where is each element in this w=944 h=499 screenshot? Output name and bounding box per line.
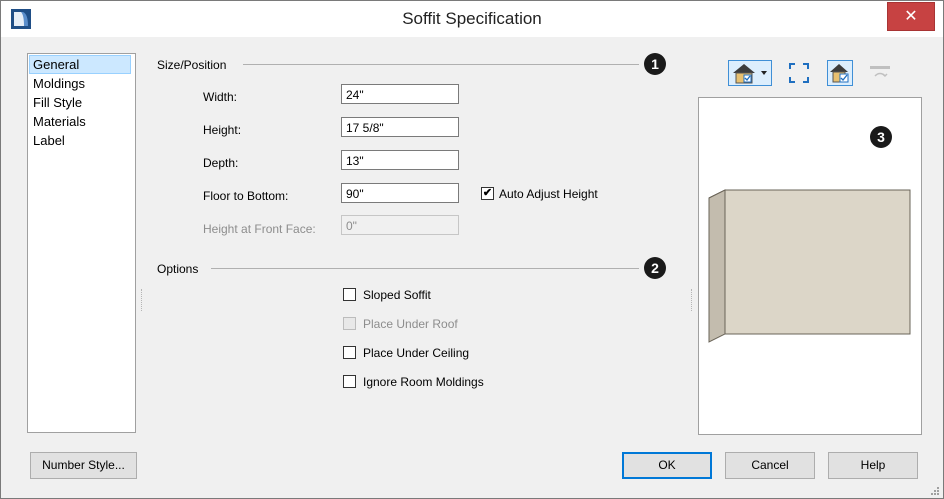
splitter-handle-right[interactable] bbox=[691, 289, 692, 311]
auto-adjust-height-checkbox[interactable]: ✔ bbox=[481, 187, 494, 200]
auto-adjust-height-label: Auto Adjust Height bbox=[499, 187, 598, 201]
sidebar-item-label[interactable]: Label bbox=[28, 131, 135, 150]
close-button[interactable]: ✕ bbox=[887, 2, 935, 31]
height-front-face-field: 0" bbox=[341, 215, 459, 235]
title-bar: Soffit Specification ✕ bbox=[1, 1, 943, 37]
house-view-dropdown-icon[interactable] bbox=[728, 60, 772, 86]
height-front-face-label: Height at Front Face: bbox=[203, 222, 316, 236]
place-under-ceiling-checkbox[interactable] bbox=[343, 346, 356, 359]
place-under-roof-checkbox bbox=[343, 317, 356, 330]
soffit-3d-model bbox=[708, 189, 911, 343]
options-divider bbox=[211, 268, 639, 269]
category-list: General Moldings Fill Style Materials La… bbox=[27, 53, 136, 433]
splitter-handle-left[interactable] bbox=[141, 289, 142, 311]
floor-to-bottom-field[interactable]: 90" bbox=[341, 183, 459, 203]
height-label: Height: bbox=[203, 123, 242, 137]
sidebar-item-materials[interactable]: Materials bbox=[28, 112, 135, 131]
window-title: Soffit Specification bbox=[402, 9, 542, 28]
cancel-button[interactable]: Cancel bbox=[725, 452, 815, 479]
callout-badge-2: 2 bbox=[644, 257, 666, 279]
ignore-room-moldings-checkbox[interactable] bbox=[343, 375, 356, 388]
sloped-soffit-label: Sloped Soffit bbox=[363, 288, 431, 302]
sidebar-item-general[interactable]: General bbox=[29, 55, 131, 74]
resize-grip-icon[interactable] bbox=[929, 484, 939, 495]
size-position-title: Size/Position bbox=[157, 58, 227, 72]
show-materials-icon[interactable] bbox=[827, 60, 853, 86]
sidebar-item-fill-style[interactable]: Fill Style bbox=[28, 93, 135, 112]
width-field[interactable]: 24" bbox=[341, 84, 459, 104]
number-style-button[interactable]: Number Style... bbox=[30, 452, 137, 479]
depth-field[interactable]: 13" bbox=[341, 150, 459, 170]
place-under-roof-label: Place Under Roof bbox=[363, 317, 458, 331]
callout-badge-1: 1 bbox=[644, 53, 666, 75]
soffit-preview-pane[interactable]: 3 bbox=[698, 97, 922, 435]
size-position-divider bbox=[243, 64, 639, 65]
sidebar-item-moldings[interactable]: Moldings bbox=[28, 74, 135, 93]
soffit-specification-dialog: Soffit Specification ✕ General Moldings … bbox=[0, 0, 944, 499]
ok-button[interactable]: OK bbox=[622, 452, 712, 479]
help-button[interactable]: Help bbox=[828, 452, 918, 479]
reset-view-icon bbox=[867, 60, 893, 86]
floor-to-bottom-label: Floor to Bottom: bbox=[203, 189, 289, 203]
ignore-room-moldings-label: Ignore Room Moldings bbox=[363, 375, 484, 389]
depth-label: Depth: bbox=[203, 156, 239, 170]
place-under-ceiling-label: Place Under Ceiling bbox=[363, 346, 470, 360]
fill-window-icon[interactable] bbox=[786, 60, 812, 86]
width-label: Width: bbox=[203, 90, 238, 104]
sloped-soffit-checkbox[interactable] bbox=[343, 288, 356, 301]
options-title: Options bbox=[157, 262, 199, 276]
height-field[interactable]: 17 5/8" bbox=[341, 117, 459, 137]
